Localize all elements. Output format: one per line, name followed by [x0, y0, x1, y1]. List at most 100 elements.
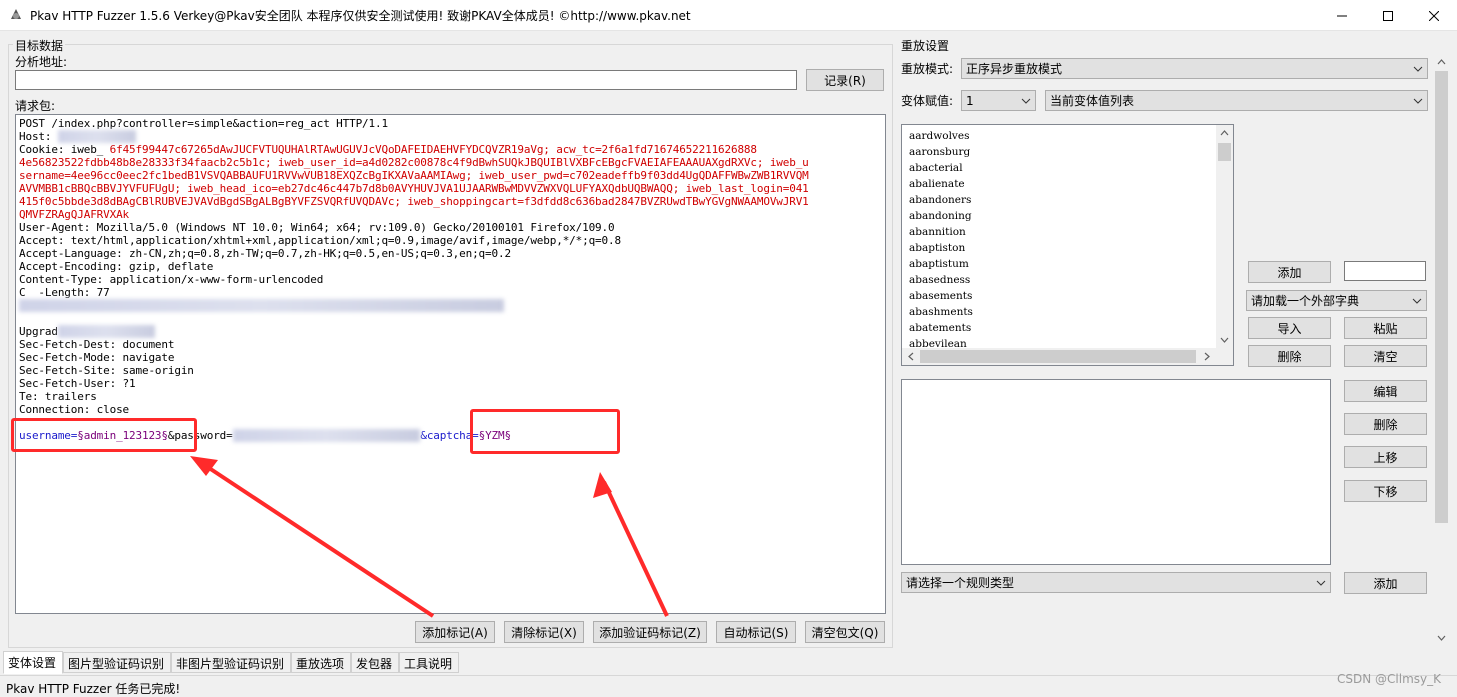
captcha-highlight-box	[470, 409, 620, 454]
list-horizontal-scrollbar[interactable]	[902, 348, 1233, 365]
rule-type-select[interactable]: 请选择一个规则类型	[901, 572, 1331, 593]
request-line: Te: trailers	[19, 390, 97, 403]
request-line: User-Agent: Mozilla/5.0 (Windows NT 10.0…	[19, 221, 615, 234]
chevron-down-icon	[1021, 98, 1031, 104]
list-item[interactable]: abashments	[909, 304, 973, 320]
watermark-text: CSDN @Cllmsy_K	[1337, 672, 1441, 686]
request-line: Sec-Fetch-Mode: navigate	[19, 351, 175, 364]
variable-value-list[interactable]: aardwolves aaronsburg abacterial abalien…	[901, 124, 1234, 366]
variable-index-select[interactable]: 1	[961, 90, 1036, 111]
chevron-down-icon	[1413, 66, 1423, 72]
request-line: Accept-Encoding: gzip, deflate	[19, 260, 214, 273]
request-line: Accept: text/html,application/xhtml+xml,…	[19, 234, 621, 247]
tab-tool-help[interactable]: 工具说明	[399, 652, 459, 673]
clear-mark-button[interactable]: 清除标记(X)	[504, 621, 584, 643]
list-item[interactable]: aardwolves	[909, 128, 973, 144]
request-line: Host:	[19, 130, 58, 143]
list-vertical-scrollbar[interactable]	[1216, 125, 1233, 349]
add-captcha-mark-button[interactable]: 添加验证码标记(Z)	[593, 621, 707, 643]
clear-packet-button[interactable]: 清空包文(Q)	[805, 621, 885, 643]
chevron-down-icon	[1412, 298, 1422, 304]
list-item[interactable]: abandoning	[909, 208, 973, 224]
add-rule-button[interactable]: 添加	[1344, 572, 1427, 594]
add-value-button[interactable]: 添加	[1248, 261, 1331, 283]
variable-assign-label: 变体赋值:	[901, 94, 954, 108]
request-line: AVVMBB1cBBQcBBVJYVFUFUgU; iweb_head_ico=…	[19, 182, 809, 195]
request-line: POST /index.php?controller=simple&action…	[19, 117, 388, 130]
arrow-to-captcha	[602, 481, 669, 617]
scrollbar-thumb[interactable]	[920, 350, 1196, 363]
delete-value-button[interactable]: 删除	[1248, 345, 1331, 367]
tab-variable-settings[interactable]: 变体设置	[3, 651, 63, 674]
minimize-icon	[1337, 15, 1347, 16]
maximize-icon	[1383, 10, 1393, 21]
request-line: Accept-Language: zh-CN,zh;q=0.8,zh-TW;q=…	[19, 247, 511, 260]
list-item[interactable]: aaronsburg	[909, 144, 973, 160]
tab-non-image-captcha[interactable]: 非图片型验证码识别	[171, 652, 291, 673]
scroll-right-icon	[1204, 352, 1210, 361]
list-item[interactable]: abalienate	[909, 176, 973, 192]
username-highlight-box	[11, 418, 197, 452]
request-line: Sec-Fetch-Site: same-origin	[19, 364, 194, 377]
add-value-input[interactable]	[1344, 261, 1426, 281]
variable-list-select[interactable]: 当前变体值列表	[1045, 90, 1428, 111]
analyze-url-input[interactable]	[15, 70, 797, 90]
request-packet-text: POST /index.php?controller=simple&action…	[19, 117, 809, 442]
import-button[interactable]: 导入	[1248, 317, 1331, 339]
scrollbar-thumb[interactable]	[1435, 71, 1448, 523]
tab-image-captcha[interactable]: 图片型验证码识别	[63, 652, 171, 673]
list-item[interactable]: abacterial	[909, 160, 973, 176]
request-line: Sec-Fetch-Dest: document	[19, 338, 175, 351]
minimize-button[interactable]	[1319, 0, 1365, 31]
app-logo-icon	[8, 7, 24, 23]
close-icon	[1429, 10, 1439, 21]
settings-vertical-scrollbar[interactable]	[1433, 53, 1450, 648]
auto-mark-button[interactable]: 自动标记(S)	[716, 621, 796, 643]
move-down-button[interactable]: 下移	[1344, 480, 1427, 502]
maximize-button[interactable]	[1365, 0, 1411, 31]
chevron-down-icon	[1316, 580, 1326, 586]
paste-button[interactable]: 粘贴	[1344, 317, 1427, 339]
request-line: sername=4ee96cc0eec2fc1bedB1VSVQABBAUFU1…	[19, 169, 809, 182]
window-title: Pkav HTTP Fuzzer 1.5.6 Verkey@Pkav安全团队 本…	[30, 9, 691, 23]
close-button[interactable]	[1411, 0, 1457, 31]
record-button[interactable]: 记录(R)	[806, 69, 884, 91]
clear-values-button[interactable]: 清空	[1344, 345, 1427, 367]
list-item[interactable]: abannition	[909, 224, 973, 240]
request-line: Cookie: iweb_	[19, 143, 110, 156]
scrollbar-thumb[interactable]	[1218, 143, 1231, 161]
delete-rule-button[interactable]: 删除	[1344, 413, 1427, 435]
replay-mode-select[interactable]: 正序异步重放模式	[961, 58, 1428, 79]
chevron-down-icon	[1413, 98, 1423, 104]
request-line: Sec-Fetch-User: ?1	[19, 377, 136, 390]
add-mark-button[interactable]: 添加标记(A)	[415, 621, 495, 643]
list-item[interactable]: abaptiston	[909, 240, 973, 256]
status-bar: Pkav HTTP Fuzzer 任务已完成!	[0, 675, 1457, 697]
request-line: Upgrad	[19, 325, 58, 338]
list-item[interactable]: abasedness	[909, 272, 973, 288]
status-text: Pkav HTTP Fuzzer 任务已完成!	[6, 682, 181, 696]
scroll-up-icon	[1220, 130, 1229, 136]
list-item[interactable]: abatements	[909, 320, 973, 336]
list-item[interactable]: abaptistum	[909, 256, 973, 272]
list-item[interactable]: abasements	[909, 288, 973, 304]
rule-list[interactable]	[901, 379, 1331, 565]
move-up-button[interactable]: 上移	[1344, 446, 1427, 468]
scroll-down-icon	[1437, 635, 1446, 641]
list-item[interactable]: abandoners	[909, 192, 973, 208]
replay-mode-label: 重放模式:	[901, 62, 954, 76]
variable-index-value: 1	[966, 93, 974, 108]
replay-settings-label: 重放设置	[899, 37, 952, 54]
external-dict-select[interactable]: 请加载一个外部字典	[1246, 290, 1427, 311]
request-line: 4e56823522fdbb48b8e28333f34faacb2c5b1c; …	[19, 156, 809, 169]
replay-mode-value: 正序异步重放模式	[966, 62, 1063, 76]
tab-packet-sender[interactable]: 发包器	[351, 652, 399, 673]
scroll-up-icon	[1437, 59, 1446, 65]
scroll-left-icon	[908, 352, 914, 361]
analyze-url-label: 分析地址:	[15, 55, 68, 69]
request-line: Content-Type: application/x-www-form-url…	[19, 273, 324, 286]
annotation-arrows	[190, 456, 669, 618]
tab-replay-options[interactable]: 重放选项	[291, 652, 351, 673]
edit-rule-button[interactable]: 编辑	[1344, 380, 1427, 402]
rule-type-value: 请选择一个规则类型	[906, 576, 1015, 590]
